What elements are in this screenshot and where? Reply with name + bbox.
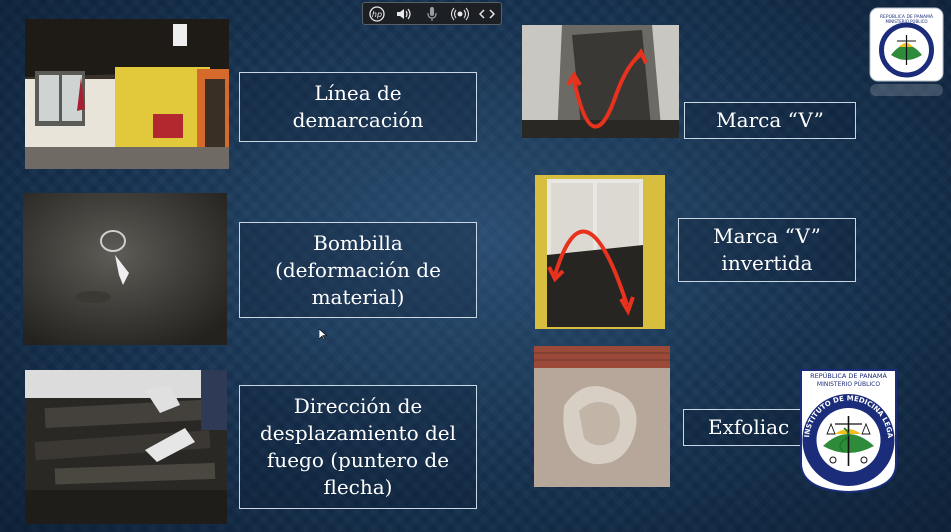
presentation-toolbar: hp <box>362 2 502 25</box>
v-mark-label: Marca “V” <box>684 102 856 139</box>
fire-direction-label: Dirección de desplazamiento del fuego (pun… <box>239 385 477 509</box>
inverted-v-text-1: Marca “V” <box>713 224 821 248</box>
exfoliation-photo <box>534 346 670 487</box>
svg-text:hp: hp <box>372 10 382 19</box>
demarcation-line-text-1: Línea de <box>314 81 402 105</box>
speaker-icon[interactable] <box>394 5 414 23</box>
bulb-text-3: material) <box>311 284 405 309</box>
inverted-v-text-2: invertida <box>721 251 813 275</box>
inverted-v-photo <box>535 175 665 329</box>
bulb-text-1: Bombilla <box>313 230 403 255</box>
burned-wood-photo <box>25 370 227 524</box>
room-demarcation-photo <box>25 19 229 169</box>
v-pattern-photo <box>522 25 679 138</box>
demarcation-line-label: Línea de demarcación <box>239 72 477 142</box>
microphone-icon[interactable] <box>422 5 442 23</box>
ministerio-publico-logo-small: REPÚBLICA DE PANAMÁ MINISTERIO PÚBLICO <box>869 7 944 96</box>
broadcast-icon[interactable] <box>450 5 470 23</box>
code-icon[interactable] <box>477 5 497 23</box>
instituto-medicina-legal-logo: REPÚBLICA DE PANAMÁ MINISTERIO PÚBLICO I… <box>793 360 900 494</box>
inverted-v-mark-label: Marca “V” invertida <box>678 218 856 282</box>
fire-direction-text-3: fuego (puntero de <box>266 448 450 472</box>
bulb-text-2: (deformación de <box>275 257 441 282</box>
bulb-label: Bombilla (deformación de material) <box>239 222 477 318</box>
svg-text:MINISTERIO PÚBLICO: MINISTERIO PÚBLICO <box>817 381 880 388</box>
fire-direction-text-2: desplazamiento del <box>259 421 457 445</box>
mouse-cursor <box>318 326 328 341</box>
bulb-photo <box>23 193 227 345</box>
svg-text:REPÚBLICA DE PANAMÁ: REPÚBLICA DE PANAMÁ <box>810 371 887 380</box>
demarcation-line-text-2: demarcación <box>292 108 424 132</box>
v-mark-text: Marca “V” <box>716 108 824 132</box>
exfoliation-text: Exfoliac <box>708 415 790 439</box>
fire-direction-text-1: Dirección de <box>293 394 423 418</box>
fire-direction-text-4: flecha) <box>323 475 393 499</box>
hp-logo-icon[interactable]: hp <box>367 5 387 23</box>
